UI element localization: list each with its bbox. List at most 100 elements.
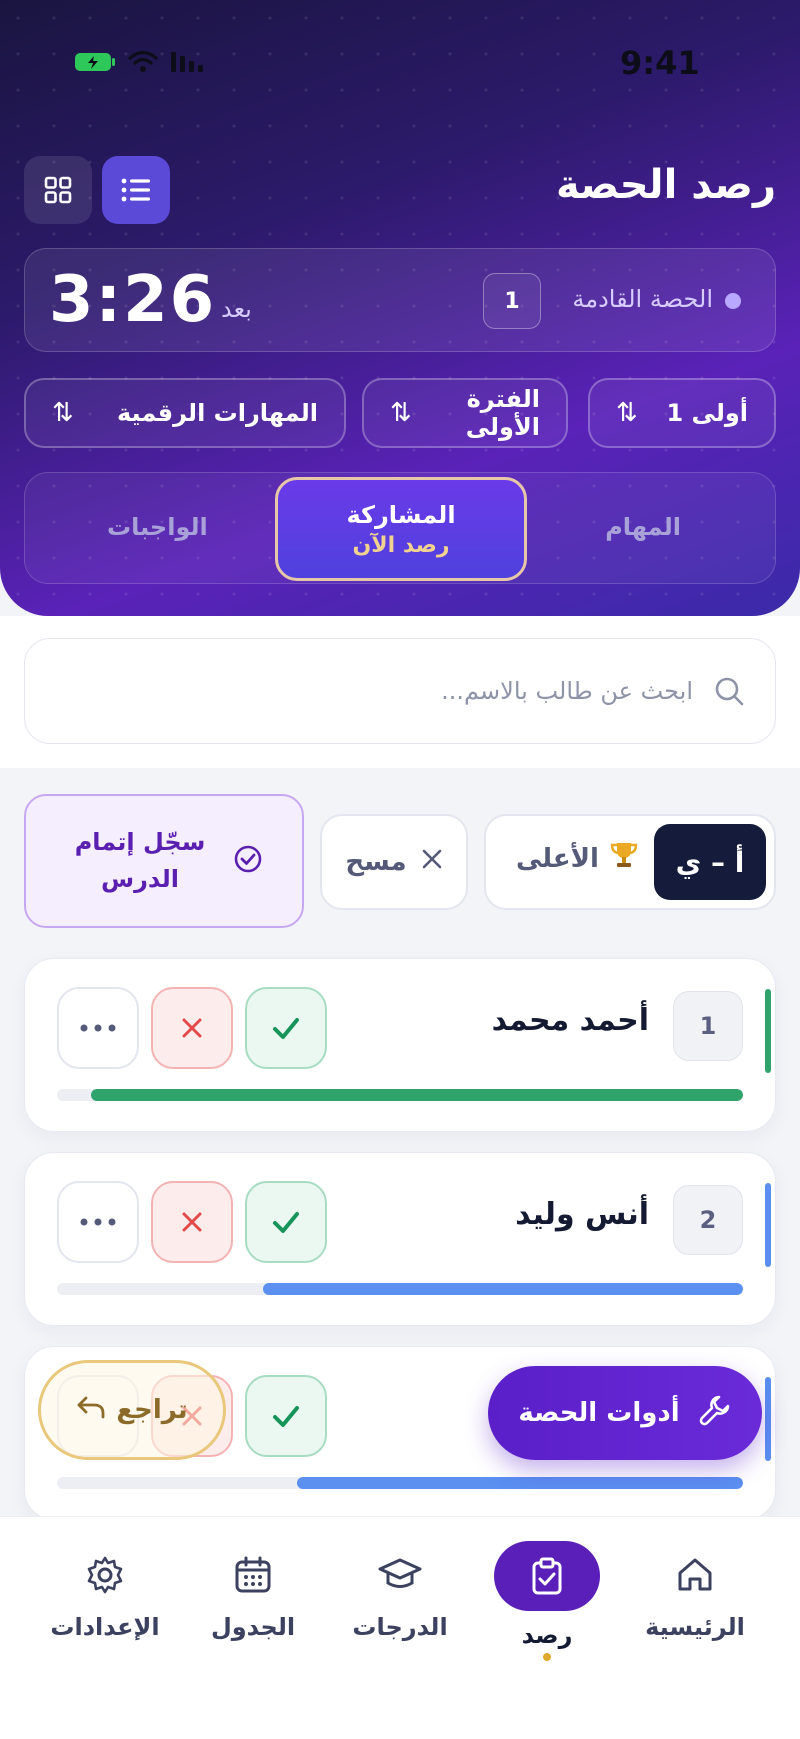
next-session-after: بعد [221,295,252,323]
student-card: 1 أحمد محمد [24,958,776,1132]
check-icon [273,1018,299,1039]
check-icon [273,1212,299,1233]
student-name: أحمد محمد [491,1003,649,1038]
close-icon [182,1018,202,1038]
gear-icon [87,1556,123,1594]
clipboard-check-icon [532,1557,562,1595]
nav-home-label: الرئيسية [645,1613,745,1641]
undo-button[interactable]: تراجع [38,1360,226,1460]
close-icon [182,1212,202,1232]
mode-tabs: المهام المشاركة رصد الآن الواجبات [24,472,776,584]
tab-tasks[interactable]: المهام [605,513,681,541]
tab-participation[interactable]: المشاركة رصد الآن [275,477,527,581]
nav-grades[interactable]: الدرجات [325,1555,475,1641]
student-number: 1 [673,991,743,1061]
class-filter-label: أولى 1 [666,399,749,427]
header: 9:41 رصد الحصة الحصة القادمة 1 بعد 3:26 … [0,0,800,616]
nav-schedule-label: الجدول [210,1613,296,1641]
next-session-card: الحصة القادمة 1 بعد 3:26 [24,248,776,352]
more-icon [80,1024,116,1032]
sort-group: أ – ي الأعلى [484,814,776,910]
mark-present-button[interactable] [245,1181,327,1263]
tab-participation-sub: رصد الآن [352,532,450,558]
student-name: أنس وليد [515,1197,649,1232]
list-view-button[interactable] [102,156,170,224]
nav-settings-label: الإعدادات [50,1613,160,1641]
graduation-cap-icon [378,1558,422,1588]
session-tools-label: أدوات الحصة [518,1398,680,1428]
more-options-button[interactable] [57,987,139,1069]
active-indicator-dot [543,1653,551,1661]
mark-absent-button[interactable] [151,987,233,1069]
signal-icon [170,50,206,78]
clear-button[interactable]: مسح [320,814,468,910]
student-progress-bar [57,1283,743,1295]
complete-lesson-button[interactable]: سجّل إتمام الدرس [24,794,304,928]
bottom-nav: الرئيسية رصد الدرجات الجدول الإعدادات [0,1516,800,1739]
tab-participation-label: المشاركة [346,500,456,529]
clear-label: مسح [345,847,407,877]
nav-home[interactable]: الرئيسية [620,1555,770,1641]
sort-top-label: الأعلى [516,843,599,874]
mark-absent-button[interactable] [151,1181,233,1263]
check-icon [273,1406,299,1427]
sort-top-button[interactable]: الأعلى [516,840,639,877]
close-icon [421,847,443,877]
complete-lesson-label: سجّل إتمام الدرس [74,827,206,893]
search-icon [715,677,744,706]
undo-icon [76,1394,106,1427]
student-accent-bar [765,1183,771,1267]
undo-label: تراجع [116,1395,188,1425]
status-icons [74,50,206,78]
search-section [0,616,800,768]
student-accent-bar [765,989,771,1073]
nav-settings[interactable]: الإعدادات [30,1555,180,1641]
sort-alphabetical-button[interactable]: أ – ي [654,824,766,900]
home-icon [678,1558,712,1591]
class-filter[interactable]: أولى 1 ⇅ [588,378,776,448]
next-session-badge: 1 [483,273,541,329]
nav-schedule[interactable]: الجدول [178,1555,328,1641]
search-input[interactable] [93,677,693,705]
student-progress-bar [57,1089,743,1101]
mark-present-button[interactable] [245,1375,327,1457]
next-session-countdown: 3:26 [49,263,217,337]
student-progress-fill [262,1283,743,1295]
grid-view-button[interactable] [24,156,92,224]
mark-present-button[interactable] [245,987,327,1069]
next-session-dot [725,293,741,309]
list-icon [121,178,150,202]
student-progress-fill [91,1089,743,1101]
nav-record-pill [494,1541,600,1611]
student-progress-fill [297,1477,743,1489]
subject-filter-label: المهارات الرقمية [116,399,318,427]
status-time: 9:41 [620,44,700,82]
calendar-icon [235,1556,271,1593]
next-session-label: الحصة القادمة [572,285,713,313]
more-icon [80,1218,116,1226]
student-progress-bar [57,1477,743,1489]
trophy-icon [609,840,639,877]
term-filter-label: الفترة الأولى [465,385,540,441]
check-circle-icon [233,844,263,878]
term-filter[interactable]: الفترة الأولى ⇅ [362,378,568,448]
student-number: 2 [673,1185,743,1255]
wifi-icon [128,50,158,78]
student-card: 2 أنس وليد [24,1152,776,1326]
grid-icon [44,176,72,204]
tab-homework[interactable]: الواجبات [107,513,208,541]
search-box [24,638,776,744]
sort-arrows-icon: ⇅ [52,398,74,428]
session-tools-button[interactable]: أدوات الحصة [488,1366,762,1460]
nav-record[interactable]: رصد [472,1541,622,1661]
sort-arrows-icon: ⇅ [390,398,412,428]
nav-grades-label: الدرجات [352,1613,448,1641]
wrench-icon [698,1393,732,1434]
subject-filter[interactable]: المهارات الرقمية ⇅ [24,378,346,448]
page-title: رصد الحصة [556,162,776,208]
battery-icon [74,51,116,77]
student-accent-bar [765,1377,771,1461]
sort-arrows-icon: ⇅ [616,398,638,428]
nav-record-label: رصد [521,1621,573,1649]
more-options-button[interactable] [57,1181,139,1263]
